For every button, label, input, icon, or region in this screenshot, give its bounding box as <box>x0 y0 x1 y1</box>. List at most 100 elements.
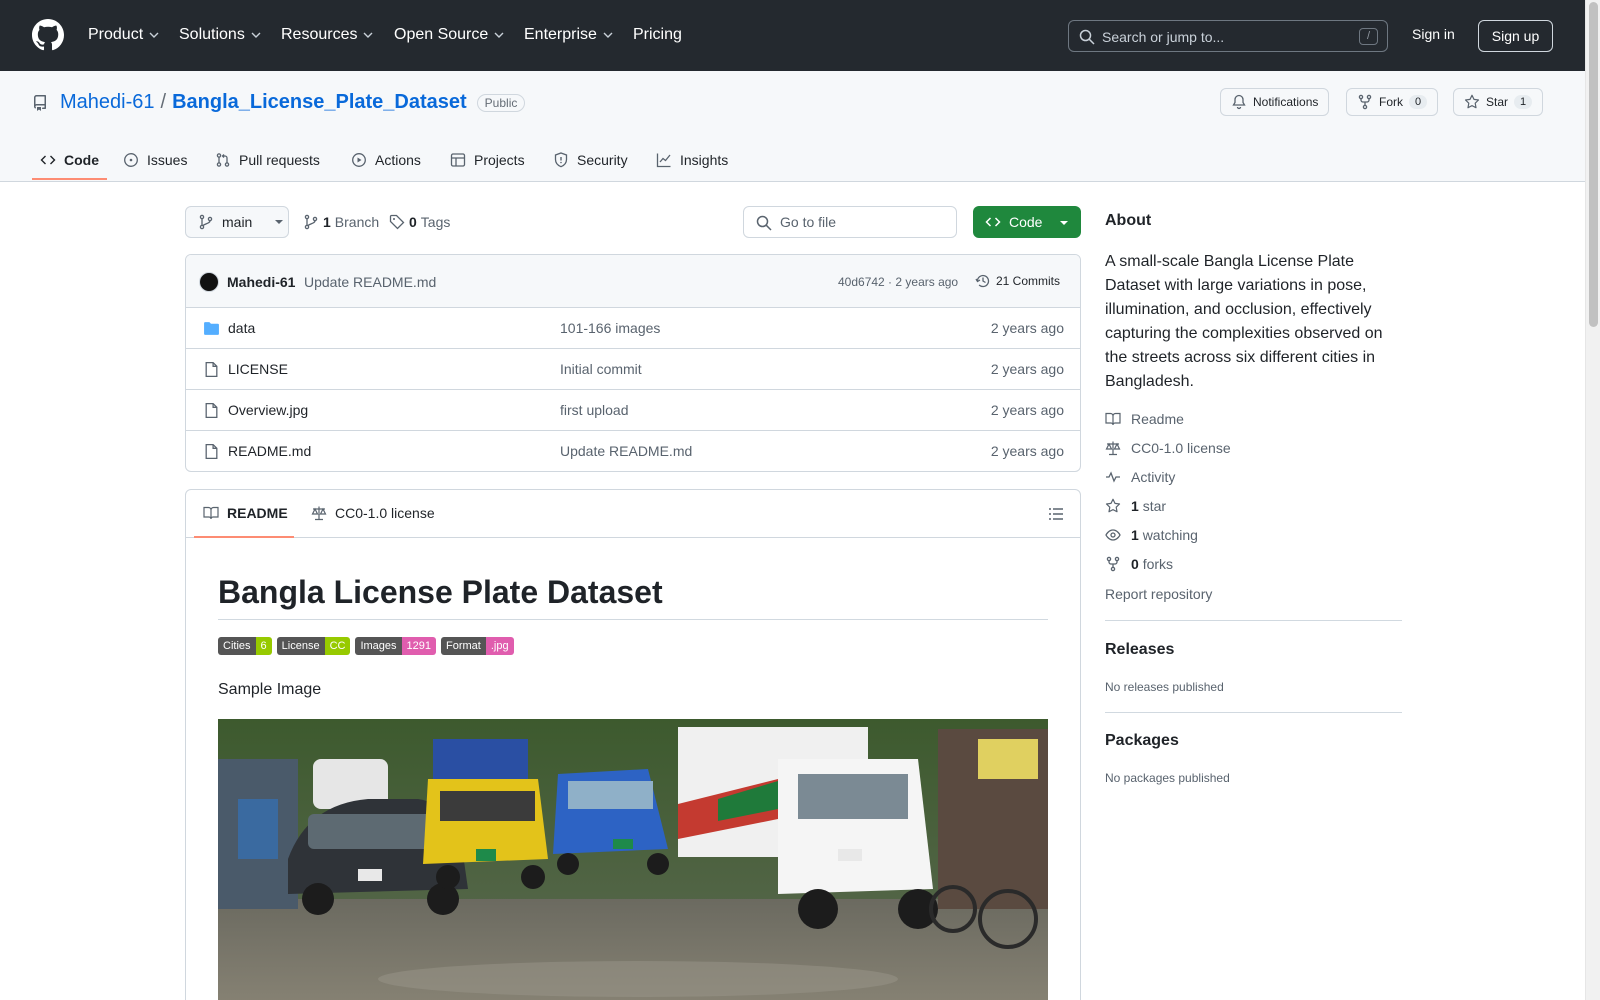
divider <box>1105 620 1402 621</box>
commits-history-link[interactable]: 21 Commits <box>975 273 1060 289</box>
branch-selector[interactable]: main <box>185 206 289 238</box>
sample-street-image[interactable] <box>218 719 1048 1000</box>
tab-license[interactable]: CC0-1.0 license <box>311 505 435 521</box>
book-icon <box>1105 412 1121 426</box>
table-row[interactable]: README.md Update README.md 2 years ago <box>186 431 1080 471</box>
nav-resources[interactable]: Resources <box>281 22 374 48</box>
file-name-link[interactable]: Overview.jpg <box>228 402 308 418</box>
shield-badge-cities[interactable]: Cities 6 <box>218 637 272 655</box>
chevron-down-icon <box>149 32 159 38</box>
readme-tabs: README CC0-1.0 license <box>186 490 1080 538</box>
commit-message-link[interactable]: Update README.md <box>304 274 436 290</box>
badge-label: Images <box>355 637 402 655</box>
code-icon <box>40 155 56 165</box>
go-to-file-input[interactable]: Go to file <box>743 206 957 238</box>
repo-owner-link[interactable]: Mahedi-61 <box>60 91 155 114</box>
watching-link[interactable]: 1 watching <box>1105 527 1198 543</box>
table-row[interactable]: LICENSE Initial commit 2 years ago <box>186 349 1080 390</box>
tab-insights-label: Insights <box>680 152 729 168</box>
tab-projects[interactable]: Projects <box>450 143 525 177</box>
avatar[interactable] <box>199 272 219 292</box>
tab-issues[interactable]: Issues <box>123 143 187 177</box>
activity-link[interactable]: Activity <box>1105 469 1175 485</box>
law-icon <box>311 506 327 521</box>
code-button-label: Code <box>1009 214 1043 230</box>
repo-name-link[interactable]: Bangla_License_Plate_Dataset <box>172 91 467 114</box>
table-icon <box>450 153 466 167</box>
nav-product-label: Product <box>88 26 144 43</box>
tab-pull-requests[interactable]: Pull requests <box>215 143 320 177</box>
file-date: 2 years ago <box>990 320 1064 336</box>
page-scrollbar[interactable] <box>1585 0 1600 1000</box>
readme-link[interactable]: Readme <box>1105 411 1184 427</box>
table-row[interactable]: Overview.jpg first upload 2 years ago <box>186 390 1080 431</box>
file-name-link[interactable]: README.md <box>228 443 311 459</box>
nav-open-source[interactable]: Open Source <box>394 22 505 48</box>
file-icon <box>205 443 218 460</box>
git-branch-icon <box>304 214 318 230</box>
street-traffic-image <box>218 719 1048 1000</box>
commit-author-link[interactable]: Mahedi-61 <box>227 274 295 290</box>
badge-label: Cities <box>218 637 256 655</box>
table-row[interactable]: data 101-166 images 2 years ago <box>186 308 1080 349</box>
file-commit-message[interactable]: Update README.md <box>560 443 692 459</box>
nav-pricing[interactable]: Pricing <box>633 22 682 48</box>
report-repository-link[interactable]: Report repository <box>1105 586 1212 602</box>
file-name-link[interactable]: LICENSE <box>228 361 288 377</box>
fork-icon <box>1106 556 1120 572</box>
caret-down-icon <box>275 220 284 224</box>
repo-header: Mahedi-61 / Bangla_License_Plate_Dataset… <box>0 71 1585 182</box>
branch-name: main <box>222 214 253 230</box>
tab-issues-label: Issues <box>147 152 188 168</box>
star-button[interactable]: Star 1 <box>1453 88 1544 116</box>
commit-sha-time[interactable]: 40d6742 · 2 years ago <box>838 275 958 289</box>
releases-title[interactable]: Releases <box>1105 641 1174 659</box>
law-icon <box>1105 441 1121 456</box>
search-input[interactable]: Search or jump to... / <box>1068 20 1388 52</box>
forks-link[interactable]: 0 forks <box>1105 556 1173 572</box>
star-count: 1 <box>1514 95 1533 109</box>
github-logo-icon[interactable] <box>32 19 64 51</box>
shield-badge-format[interactable]: Format .jpg <box>441 637 514 655</box>
nav-solutions[interactable]: Solutions <box>179 22 262 48</box>
scrollbar-thumb[interactable] <box>1589 2 1598 327</box>
file-name-link[interactable]: data <box>228 320 255 336</box>
tab-security[interactable]: Security <box>553 143 628 177</box>
bell-icon <box>1232 94 1246 110</box>
badge-value: 6 <box>255 637 272 655</box>
badge-value: CC <box>324 637 351 655</box>
go-to-file-placeholder: Go to file <box>780 214 837 230</box>
nav-enterprise[interactable]: Enterprise <box>524 22 614 48</box>
fork-button[interactable]: Fork 0 <box>1346 88 1439 116</box>
git-branch-icon <box>199 214 213 230</box>
star-icon <box>1464 94 1480 109</box>
tab-readme-label: README <box>227 505 288 521</box>
code-dropdown-button[interactable]: Code <box>973 206 1081 238</box>
tab-insights[interactable]: Insights <box>656 143 728 177</box>
visibility-badge: Public <box>476 93 526 112</box>
tab-code-label: Code <box>64 152 99 168</box>
file-commit-message[interactable]: first upload <box>560 402 628 418</box>
tab-actions[interactable]: Actions <box>351 143 421 177</box>
branches-link[interactable]: 1 Branch <box>303 214 379 230</box>
list-unordered-icon[interactable] <box>1048 506 1064 522</box>
file-commit-message[interactable]: Initial commit <box>560 361 642 377</box>
code-icon <box>985 217 1001 227</box>
tab-code[interactable]: Code <box>40 143 99 177</box>
notifications-button[interactable]: Notifications <box>1220 88 1330 116</box>
graph-icon <box>656 153 671 168</box>
star-label: Star <box>1486 95 1509 109</box>
tags-link[interactable]: 0 Tags <box>389 214 450 230</box>
sign-in-link[interactable]: Sign in <box>1412 26 1455 42</box>
shield-badge-license[interactable]: License CC <box>276 637 351 655</box>
stars-link[interactable]: 1 star <box>1105 498 1166 514</box>
shield-badge-images[interactable]: Images 1291 <box>355 637 437 655</box>
tag-count: 0 <box>409 214 417 230</box>
tag-icon <box>389 214 405 230</box>
license-link[interactable]: CC0-1.0 license <box>1105 440 1231 456</box>
file-commit-message[interactable]: 101-166 images <box>560 320 660 336</box>
packages-title[interactable]: Packages <box>1105 732 1179 750</box>
sign-up-button[interactable]: Sign up <box>1478 20 1553 52</box>
tab-readme[interactable]: README <box>203 505 288 521</box>
nav-product[interactable]: Product <box>88 22 160 48</box>
